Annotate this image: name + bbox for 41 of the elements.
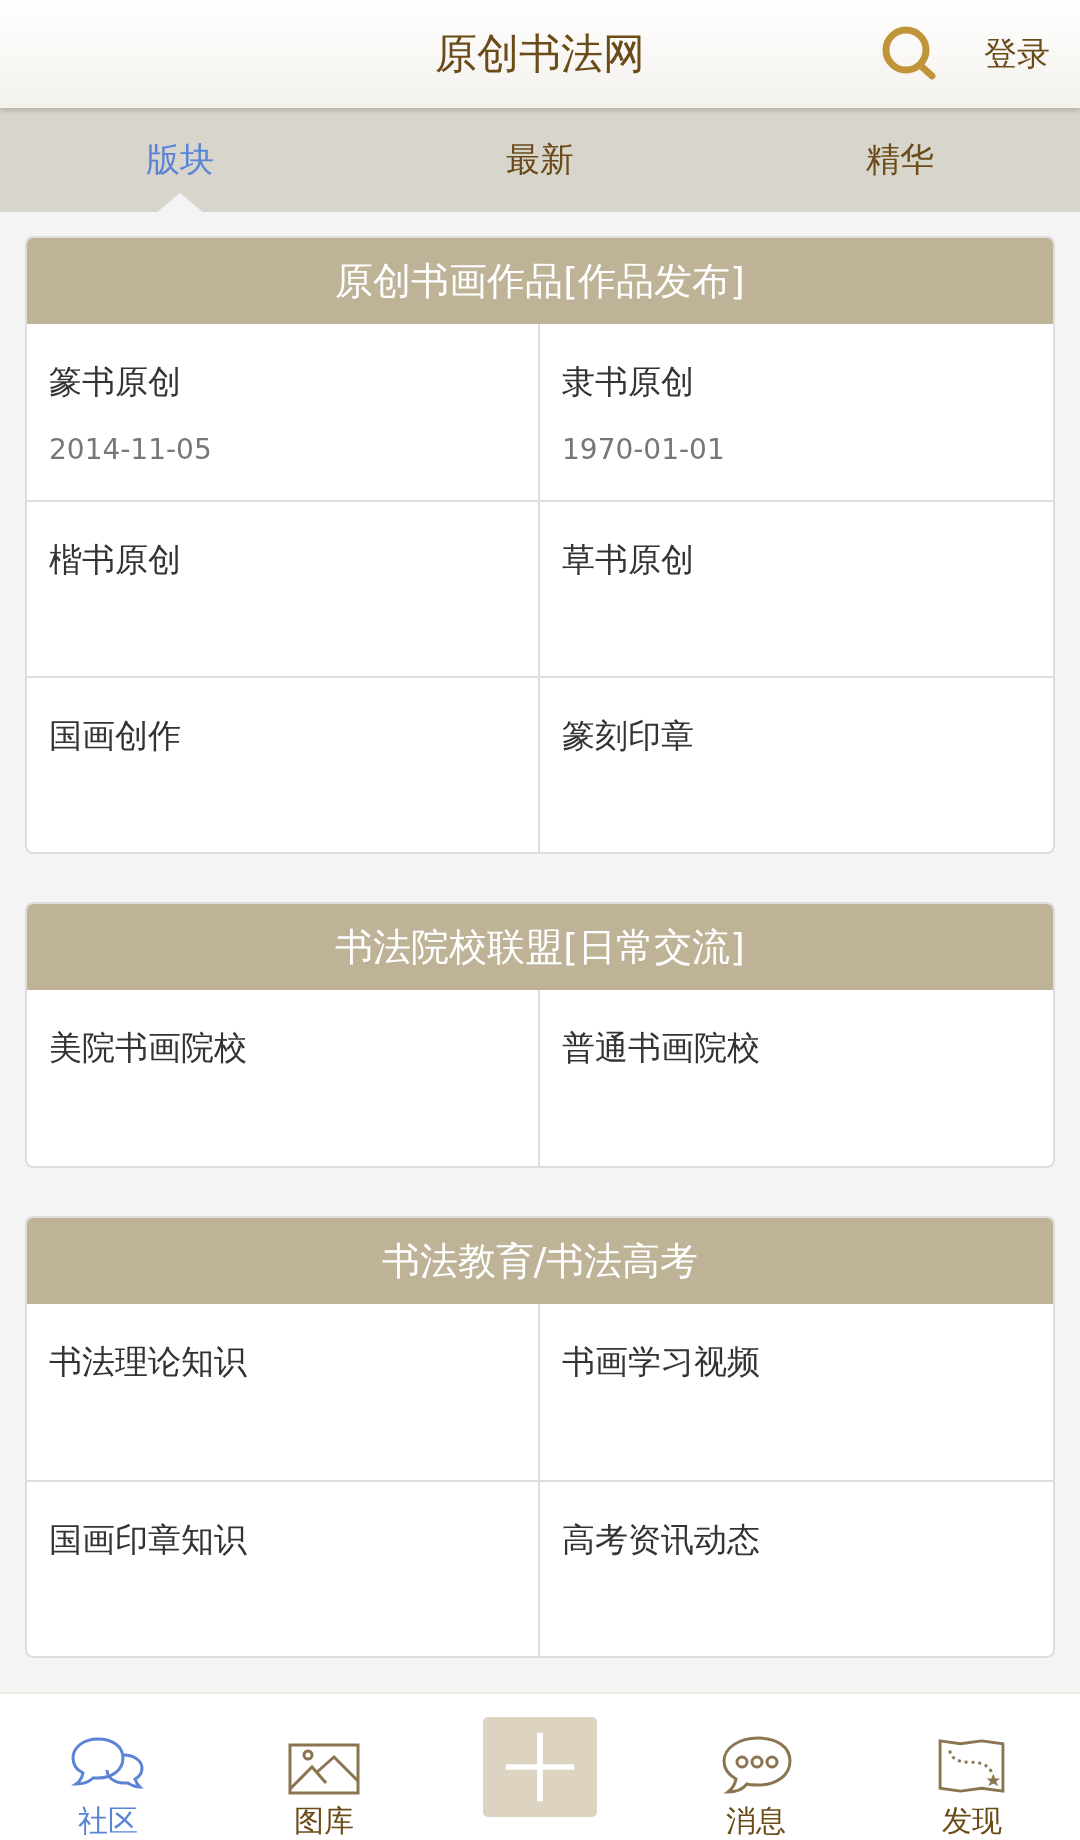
section-header: 书法教育/书法高考: [27, 1218, 1053, 1304]
forum-name: 国画创作: [49, 715, 181, 757]
forum-cell[interactable]: 篆书原创 2014-11-05: [27, 324, 540, 500]
forum-name: 高考资讯动态: [562, 1519, 760, 1561]
map-icon: [937, 1737, 1007, 1795]
nav-item[interactable]: 发现: [937, 1695, 1007, 1839]
speech-bubble-icon: [720, 1735, 792, 1795]
forum-cell[interactable]: 篆刻印章: [540, 676, 1053, 852]
tab[interactable]: 最新: [360, 108, 720, 212]
tab[interactable]: 精华: [720, 108, 1080, 212]
forum-cell[interactable]: 普通书画院校: [540, 990, 1053, 1166]
forum-cell[interactable]: 美院书画院校: [27, 990, 540, 1166]
forum-name: 国画印章知识: [49, 1519, 247, 1561]
section-header: 书法院校联盟[日常交流]: [27, 904, 1053, 990]
forum-cell[interactable]: 草书原创: [540, 500, 1053, 676]
forum-cell[interactable]: 隶书原创 1970-01-01: [540, 324, 1053, 500]
login-link[interactable]: 登录: [984, 31, 1050, 77]
forum-name: 草书原创: [562, 539, 694, 581]
forum-name: 书法理论知识: [49, 1341, 247, 1383]
forum-name: 普通书画院校: [562, 1027, 760, 1069]
app-title: 原创书法网: [435, 28, 645, 80]
forum-name: 美院书画院校: [49, 1027, 247, 1069]
forum-date: 1970-01-01: [562, 433, 725, 466]
forum-cell[interactable]: 高考资讯动态: [540, 1480, 1053, 1656]
nav-item[interactable]: 消息: [720, 1695, 792, 1839]
forum-name: 楷书原创: [49, 539, 181, 581]
forum-name: 篆书原创: [49, 361, 181, 403]
forum-cell[interactable]: 楷书原创: [27, 500, 540, 676]
add-button[interactable]: [483, 1717, 597, 1817]
forum-cell[interactable]: 书法理论知识: [27, 1304, 540, 1480]
forum-name: 书画学习视频: [562, 1341, 760, 1383]
forum-cell[interactable]: 国画印章知识: [27, 1480, 540, 1656]
forum-name: 篆刻印章: [562, 715, 694, 757]
forum-cell[interactable]: 国画创作: [27, 676, 540, 852]
nav-item[interactable]: 社区: [70, 1695, 146, 1839]
forum-name: 隶书原创: [562, 361, 694, 403]
forum-cell[interactable]: 书画学习视频: [540, 1304, 1053, 1480]
section-header: 原创书画作品[作品发布]: [27, 238, 1053, 324]
forum-date: 2014-11-05: [49, 433, 212, 466]
nav-item[interactable]: 图库: [288, 1695, 360, 1839]
image-icon: [288, 1743, 360, 1795]
